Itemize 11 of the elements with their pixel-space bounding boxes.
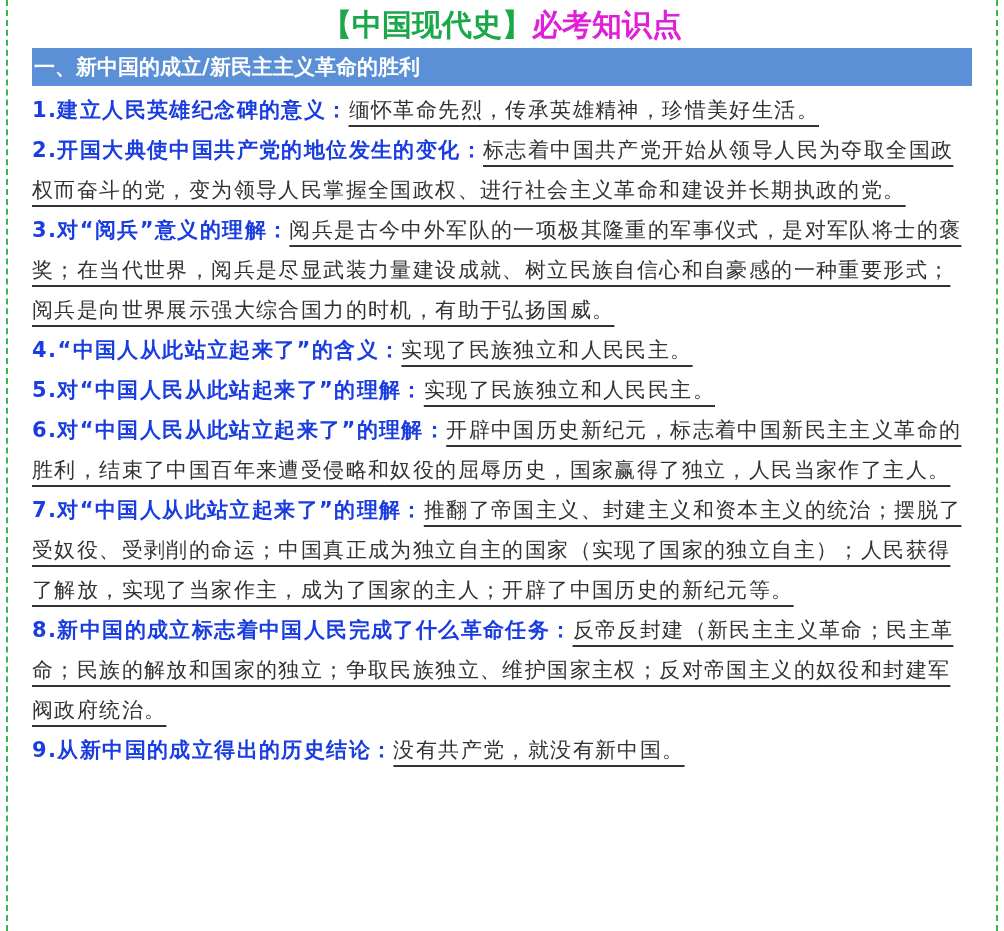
knowledge-point: 1.建立人民英雄纪念碑的意义：缅怀革命先烈，传承英雄精神，珍惜美好生活。 (32, 97, 820, 124)
knowledge-point: 7.对“中国人从此站立起来了”的理解：推翻了帝国主义、封建主义和资本主义的统治；摆脱了受奴役、受剥削的命运；中国真正成为独立自主的国家（实现了国家的独立自主）；人民获得了解放，实现了当家作主，成为了国家的主人；开辟了中国历史的新纪元等。 (32, 497, 963, 604)
knowledge-point: 6.对“中国人民从此站立起来了”的理解：开辟中国历史新纪元，标志着中国新民主主义革命的胜利，结束了中国百年来遭受侵略和奴役的屈辱历史，国家赢得了独立，人民当家作了主人。 (32, 417, 963, 484)
knowledge-point: 5.对“中国人民从此站起来了”的理解：实现了民族独立和人民民主。 (32, 377, 716, 404)
section-heading: 一、新中国的成立/新民主主义革命的胜利 (32, 48, 972, 86)
knowledge-point: 9.从新中国的成立得出的历史结论：没有共产党，就没有新中国。 (32, 737, 686, 764)
knowledge-point: 4.“中国人从此站立起来了”的含义：实现了民族独立和人民民主。 (32, 337, 694, 364)
knowledge-point: 3.对“阅兵”意义的理解：阅兵是古今中外军队的一项极其隆重的军事仪式，是对军队将士的褒奖；在当代世界，阅兵是尽显武装力量建设成就、树立民族自信心和自豪感的一种重要形式；阅兵是向世界展示强大综合国力的时机，有助于弘扬国威。 (32, 217, 963, 324)
page-title: 【中国现代史】必考知识点 (321, 6, 683, 44)
knowledge-point: 2.开国大典使中国共产党的地位发生的变化：标志着中国共产党开始从领导人民为夺取全国政权而奋斗的党，变为领导人民掌握全国政权、进行社会主义革命和建设并长期执政的党。 (32, 137, 955, 204)
knowledge-point: 8.新中国的成立标志着中国人民完成了什么革命任务：反帝反封建（新民主主义革命；民主革命；民族的解放和国家的独立；争取民族独立、维护国家主权；反对帝国主义的奴役和封建军阀政府统治。 (32, 617, 955, 724)
